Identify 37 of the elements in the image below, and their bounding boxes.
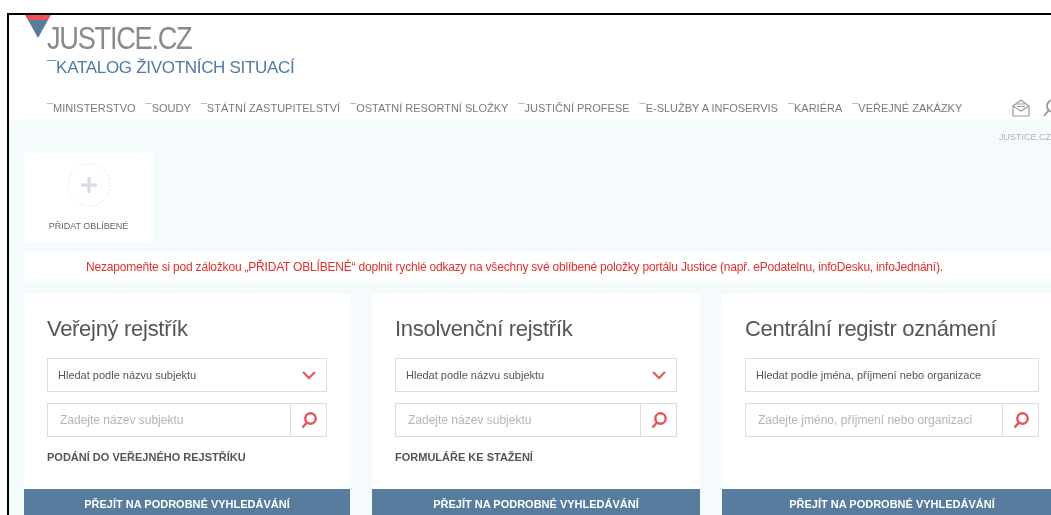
card-link[interactable]: FORMULÁŘE KE STAŽENÍ — [395, 451, 533, 463]
search-button[interactable] — [291, 403, 327, 437]
search-icon — [650, 411, 667, 429]
nav-link[interactable]: ¯MINISTERSTVO — [47, 102, 136, 114]
nav-link[interactable]: ¯E-SLUŽBY A INFOSERVIS — [639, 102, 778, 114]
search-icon — [300, 411, 317, 429]
search-type-field[interactable]: Hledat podle jména, příjmení nebo organizace — [745, 358, 1039, 392]
notice-bar: Nezapomeňte si pod záložkou „PŘIDAT OBLÍBENÉ“ doplnit rychlé odkazy na všechny své oblíbené položky portálu Justice (např. ePodatelnu, infoDesku, infoJednání). — [24, 252, 1051, 281]
card-title: Centrální registr oznámení — [745, 316, 998, 342]
site-logo[interactable]: JUSTICE.CZ — [47, 20, 192, 56]
card-title: Veřejný rejstřík — [47, 316, 189, 342]
search-type-dropdown[interactable]: Hledat podle názvu subjektu — [395, 358, 677, 392]
detailed-search-button[interactable]: PŘEJÍT NA PODROBNÉ VYHLEDÁVÁNÍ — [722, 489, 1051, 515]
nav-link[interactable]: ¯OSTATNÍ RESORTNÍ SLOŽKY — [350, 102, 509, 114]
chevron-icon — [302, 370, 316, 380]
plus-icon — [66, 163, 111, 207]
nav-link[interactable]: ¯JUSTIČNÍ PROFESE — [518, 102, 630, 114]
search-type-dropdown[interactable]: Hledat podle názvu subjektu — [47, 358, 327, 392]
search-button[interactable] — [641, 403, 677, 437]
site-subtitle[interactable]: ¯KATALOG ŽIVOTNÍCH SITUACÍ — [47, 58, 1051, 78]
nav-link[interactable]: ¯SOUDY — [145, 102, 191, 114]
nav-link[interactable]: ¯VEŘEJNÉ ZAKÁZKY — [852, 102, 963, 114]
card-title: Insolvenční rejstřík — [395, 316, 574, 342]
chevron-icon — [652, 370, 666, 380]
search-icon — [1012, 411, 1029, 429]
search-field[interactable]: Zadejte název subjektu — [395, 403, 641, 437]
nav-link[interactable]: ¯KARIÉRA — [787, 102, 843, 114]
mail-icon[interactable] — [1011, 98, 1031, 118]
card-link[interactable]: PODÁNÍ DO VEŘEJNÉHO REJSTŘÍKU — [47, 451, 246, 463]
nav-link[interactable]: ¯STÁTNÍ ZASTUPITELSTVÍ — [200, 102, 341, 114]
detailed-search-button[interactable]: PŘEJÍT NA PODROBNÉ VYHLEDÁVÁNÍ — [372, 489, 700, 515]
search-button[interactable] — [1003, 403, 1039, 437]
search-field[interactable]: Zadejte jméno, příjmení nebo organizaci — [745, 403, 1003, 437]
tool-label: JUSTICE.CZ — [999, 132, 1051, 144]
search-field[interactable]: Zadejte název subjektu — [47, 403, 291, 437]
add-favorite-tile[interactable]: PŘIDAT OBLÍBENÉ — [24, 152, 153, 242]
detailed-search-button[interactable]: PŘEJÍT NA PODROBNÉ VYHLEDÁVÁNÍ — [24, 489, 350, 515]
